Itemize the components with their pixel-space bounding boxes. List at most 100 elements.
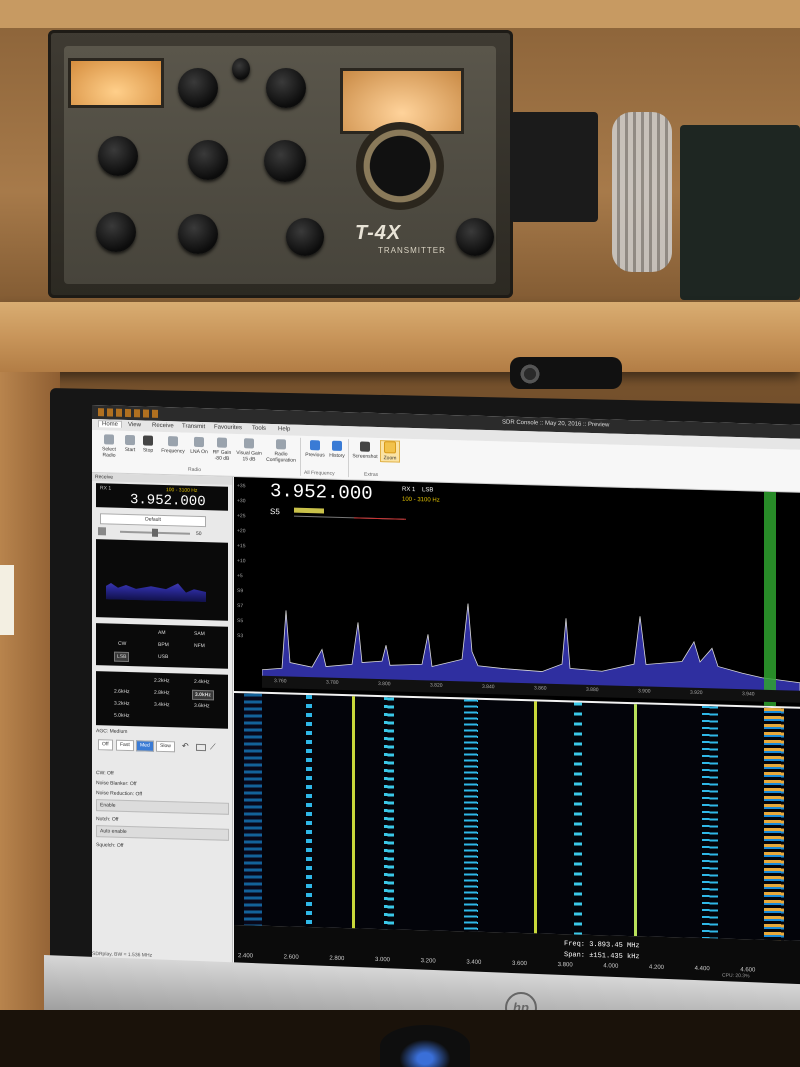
mode-usb[interactable]: USB <box>156 653 170 661</box>
menu-transmit[interactable]: Transmit <box>182 424 205 431</box>
play-icon <box>125 434 135 446</box>
waterfall-tick-label: 2.800 <box>329 955 345 963</box>
previous-button[interactable]: Previous <box>304 440 326 459</box>
waterfall-tick-label: 3.200 <box>420 958 436 965</box>
bw-option[interactable]: 3.6kHz <box>192 702 212 711</box>
bw-option-selected[interactable]: 3.0kHz <box>192 689 214 701</box>
frequency-button[interactable]: Frequency <box>160 436 186 455</box>
bw-option[interactable]: 3.2kHz <box>112 700 132 709</box>
menu-home[interactable]: Home <box>98 420 123 428</box>
agc-buttons: Off Fast Med Slow ↶ ⟋ <box>96 737 228 755</box>
enable-button[interactable]: Enable <box>96 799 229 815</box>
mode-sam[interactable]: SAM <box>192 630 207 638</box>
waterfall-signal-trace <box>244 693 262 926</box>
bw-option[interactable]: 2.2kHz <box>152 677 172 686</box>
visual-gain-button[interactable]: Visual Gain 15 dB <box>236 438 262 463</box>
tuning-marker[interactable] <box>764 491 776 707</box>
rx-frequency-value: 3.952.000 <box>130 492 206 511</box>
frequency-tick-label: 3.760 <box>274 678 287 685</box>
span-readout: Span: ±151.435 kHz <box>564 951 640 962</box>
receive-panel: Receive RX 1 100 - 3100 Hz 3.952.000 Def… <box>92 473 233 969</box>
waterfall-signal-trace <box>306 694 312 928</box>
waterfall-signal-trace <box>764 707 784 941</box>
zoom-button[interactable]: Zoom <box>380 440 400 463</box>
db-tick-label: S9 <box>237 588 244 595</box>
sticky-note <box>0 565 14 635</box>
bandwidth-label: 100 - 3100 Hz <box>402 496 440 504</box>
undo-icon[interactable]: ↶ <box>182 742 189 751</box>
lna-button[interactable]: LNA On <box>190 436 208 456</box>
bw-option[interactable]: 5.0kHz <box>112 712 132 721</box>
frequency-tick-label: 3.860 <box>534 685 547 692</box>
screenshot-button[interactable]: Screenshot <box>352 441 378 460</box>
select-radio-button[interactable]: Select Radio <box>98 434 120 459</box>
speaker-icon <box>98 527 106 536</box>
menu-help[interactable]: Help <box>278 426 290 432</box>
audio-spectrum <box>96 539 228 621</box>
mode-cw[interactable]: CW <box>116 640 128 648</box>
rf-gain-button[interactable]: RF Gain -80 dB <box>210 437 234 462</box>
agc-off-button[interactable]: Off <box>98 739 113 751</box>
knob <box>178 68 218 108</box>
menu-tools[interactable]: Tools <box>252 425 266 431</box>
bw-option[interactable]: 2.6kHz <box>112 688 132 697</box>
bw-option[interactable]: 2.4kHz <box>192 678 212 687</box>
monitor-screen: SDR Console :: May 20, 2016 :: Preview H… <box>92 405 800 985</box>
shelf-board <box>0 302 800 372</box>
frequency-tick-label: 3.800 <box>378 680 391 688</box>
agc-fast-button[interactable]: Fast <box>116 739 134 752</box>
mode-am[interactable]: AM <box>156 629 168 637</box>
spectrum-trace <box>262 603 800 693</box>
waterfall-tick-label: 2.400 <box>238 953 254 960</box>
knob <box>266 68 306 108</box>
panel-title: Receive <box>95 474 114 481</box>
ribbon-group-radio: Radio <box>188 466 202 474</box>
rectangle-icon[interactable] <box>196 743 206 752</box>
chart-icon[interactable]: ⟋ <box>210 742 216 752</box>
knob <box>456 218 494 256</box>
waterfall-tick-label: 3.400 <box>466 959 482 966</box>
waterfall-tick-label: 4.600 <box>740 967 756 974</box>
waterfall-tick-label: 4.400 <box>694 965 710 973</box>
speaker-light <box>380 1025 470 1067</box>
waterfall-signal-trace <box>702 706 718 939</box>
radio-configuration-button[interactable]: Radio Configuration <box>264 439 298 464</box>
volume-slider-handle[interactable] <box>152 528 158 537</box>
bw-option[interactable]: 2.8kHz <box>152 689 172 698</box>
squelch-option[interactable]: Squelch: Off <box>96 841 224 853</box>
spectrum-display[interactable]: 3.952.000 RX 1 LSB 100 - 3100 Hz S5 +35 +… <box>234 476 800 707</box>
db-tick-label: S5 <box>237 618 244 625</box>
rx-frequency-display[interactable]: RX 1 100 - 3100 Hz 3.952.000 <box>96 483 228 511</box>
power-supply <box>680 125 800 300</box>
frequency-tick-label: 3.880 <box>586 686 599 694</box>
preset-dropdown[interactable]: Default <box>100 513 206 528</box>
agc-med-button[interactable]: Med <box>136 740 154 752</box>
knob <box>264 140 306 182</box>
stop-button[interactable]: Stop <box>140 435 156 454</box>
ribbon-group-extras: Extras <box>364 471 379 478</box>
agc-slow-button[interactable]: Slow <box>156 740 175 753</box>
waterfall-tick-label: 4.000 <box>603 963 619 970</box>
quick-access-toolbar[interactable] <box>98 408 158 418</box>
menu-receive[interactable]: Receive <box>152 423 174 430</box>
mode-lsb[interactable]: LSB <box>114 651 130 663</box>
transmitter-model-label: T-4X <box>355 222 402 244</box>
bw-option[interactable]: 3.4kHz <box>152 701 172 710</box>
start-button[interactable]: Start <box>122 434 138 453</box>
stop-icon <box>143 435 153 446</box>
mode-nfm[interactable]: NFM <box>192 642 207 650</box>
menu-favourites[interactable]: Favourites <box>214 424 242 431</box>
auto-enable-checkbox[interactable]: Auto enable <box>96 825 229 841</box>
cpu-readout: CPU: 20.3% <box>722 972 750 980</box>
frequency-tick-label: 3.920 <box>690 689 703 697</box>
mode-bpm[interactable]: BPM <box>156 641 171 649</box>
waterfall-signal-trace <box>464 699 478 932</box>
waterfall-tick-label: 2.600 <box>283 954 299 961</box>
main-frequency-display[interactable]: 3.952.000 <box>270 480 373 505</box>
menu-view[interactable]: View <box>128 422 141 428</box>
waterfall-carrier-line <box>352 696 355 929</box>
waterfall-display[interactable] <box>234 692 800 941</box>
window-title: SDR Console :: May 20, 2016 :: Preview <box>502 419 610 429</box>
volume-row: 50 <box>96 527 228 539</box>
history-button[interactable]: History <box>328 440 346 460</box>
